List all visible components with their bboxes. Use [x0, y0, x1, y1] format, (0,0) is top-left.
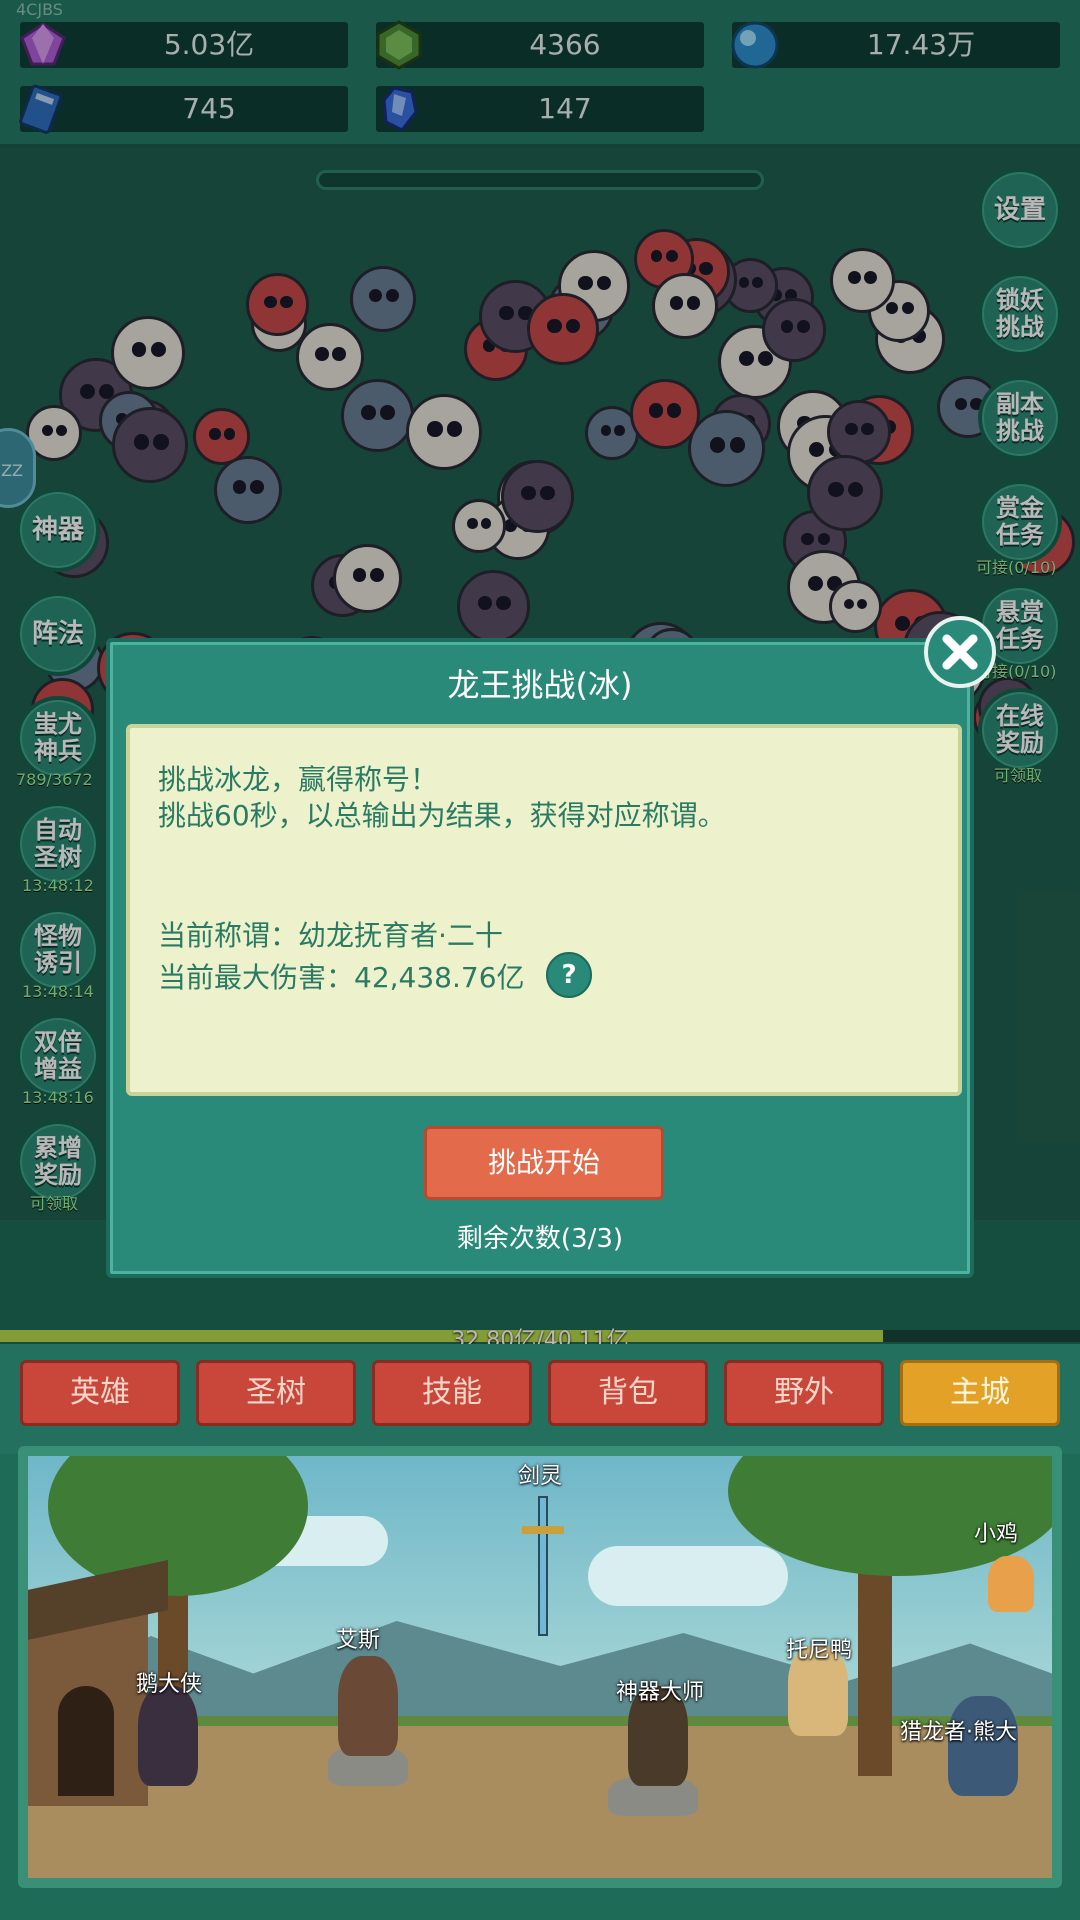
ais-name: 艾斯	[336, 1628, 381, 1653]
sword-spirit-name: 剑灵	[518, 1464, 563, 1489]
dialog-title: 龙王挑战(冰)	[447, 666, 633, 704]
nav-main-city[interactable]: 主城	[900, 1360, 1060, 1426]
nav-sacred-tree[interactable]: 圣树	[196, 1360, 356, 1426]
dragon-hunter-name: 猎龙者·熊大	[900, 1720, 1017, 1745]
cabin-door[interactable]	[58, 1686, 114, 1796]
artifact-master-name: 神器大师	[616, 1680, 705, 1705]
chicken-character[interactable]	[988, 1556, 1034, 1612]
ais-character[interactable]	[338, 1656, 398, 1756]
help-icon[interactable]: ?	[546, 952, 592, 998]
duck-name: 托尼鸭	[786, 1638, 853, 1663]
current-title-text: 当前称谓：幼龙抚育者·二十	[158, 919, 503, 952]
nav-heroes[interactable]: 英雄	[20, 1360, 180, 1426]
bottom-nav: 英雄 圣树 技能 背包 野外 主城	[0, 1344, 1080, 1454]
remaining-attempts: 剩余次数(3/3)	[456, 1224, 624, 1254]
challenge-desc-line2: 挑战60秒，以总输出为结果，获得对应称谓。	[158, 799, 726, 832]
start-challenge-button[interactable]: 挑战开始	[424, 1126, 664, 1200]
sword-hilt	[522, 1526, 564, 1534]
nav-wild[interactable]: 野外	[724, 1360, 884, 1426]
nav-backpack[interactable]: 背包	[548, 1360, 708, 1426]
nav-skills[interactable]: 技能	[372, 1360, 532, 1426]
sword-spirit-character[interactable]	[538, 1496, 548, 1636]
close-button[interactable]	[924, 616, 996, 688]
chicken-name: 小鸡	[974, 1522, 1019, 1547]
dragon-challenge-dialog: 龙王挑战(冰) 挑战冰龙，赢得称号！ 挑战60秒，以总输出为结果，获得对应称谓。…	[106, 638, 974, 1278]
cabin	[28, 1560, 168, 1806]
penguin-hero-character[interactable]	[138, 1686, 198, 1786]
dialog-info-panel: 挑战冰龙，赢得称号！ 挑战60秒，以总输出为结果，获得对应称谓。 当前称谓：幼龙…	[126, 724, 962, 1096]
cloud	[588, 1546, 788, 1606]
main-city-scene: 剑灵 小鸡 艾斯 托尼鸭 鹅大侠 神器大师 猎龙者·熊大	[18, 1446, 1062, 1888]
penguin-hero-name: 鹅大侠	[136, 1672, 203, 1697]
close-icon	[942, 634, 978, 670]
challenge-desc-line1: 挑战冰龙，赢得称号！	[158, 763, 439, 796]
max-damage-text: 当前最大伤害：42,438.76亿	[158, 961, 525, 994]
dragon-hunter-character[interactable]	[948, 1696, 1018, 1796]
